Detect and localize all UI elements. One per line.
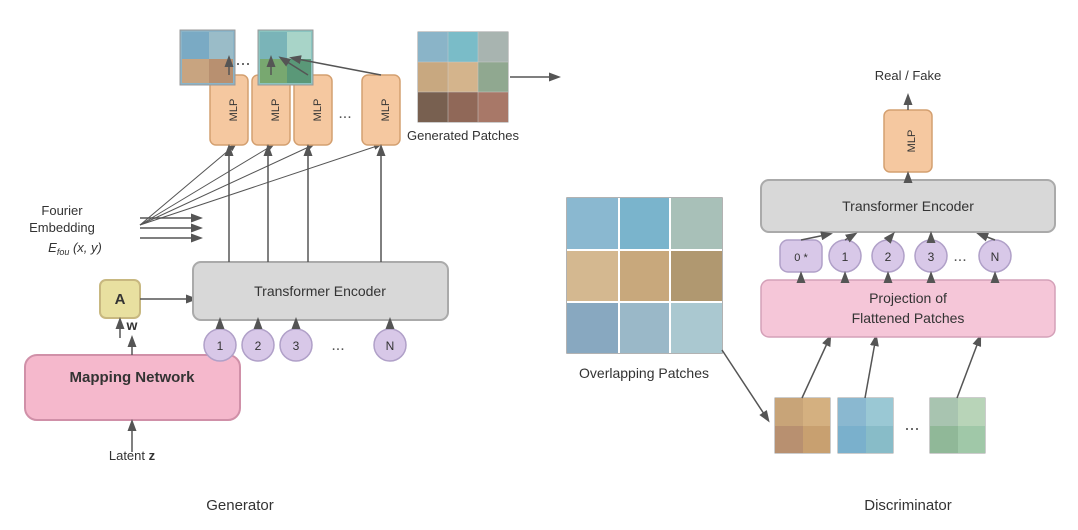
p-tl1 [182,32,209,59]
tn-to-transformer [979,234,995,240]
dp2-br [866,426,893,453]
overlapping-patches-label: Overlapping Patches [579,365,709,381]
mlp4-label: MLP [380,99,392,122]
disc-transformer-label: Transformer Encoder [842,198,974,214]
dp2-tl [838,398,866,426]
t0-to-transformer [801,234,830,240]
ov-c21 [619,302,670,353]
disc-ellipsis: ... [904,414,919,434]
disc-token-2-label: 2 [885,250,892,264]
dpl-bl [930,426,958,453]
mlp2-label: MLP [270,99,282,122]
dp1-br [803,426,830,453]
token-1-label: 1 [217,339,224,353]
cat-c02 [478,32,508,62]
a-label: A [115,291,126,308]
t2-to-transformer [888,234,893,240]
disc-mlp-label: MLP [906,130,918,153]
cat-c20 [418,92,448,122]
disc-token-0-label: 0 * [794,252,808,264]
dp2-up [865,337,876,398]
generator-section-label: Generator [206,497,274,514]
ov-c00 [567,198,619,250]
dp2-tr [866,398,893,426]
fourier-to-mlp1 [140,145,235,225]
ov-c01 [619,198,670,250]
projection-label2: Flattened Patches [852,310,965,326]
efou-label: Efou (x, y) [48,240,102,257]
fourier-to-mlp2 [140,145,273,225]
cat-c00 [418,32,448,62]
disc-token-1-label: 1 [842,250,849,264]
patches-ellipsis: ... [235,49,250,69]
mlp-ellipsis: ... [338,105,351,122]
ov-c02 [670,198,722,250]
p-l1 [260,32,287,59]
ov-c11 [619,250,670,302]
dpl-up [957,337,980,398]
ov-c22 [670,302,722,353]
projection-label1: Projection of [869,290,947,306]
fourier-to-mlp4 [140,145,380,225]
fourier-to-mlp3 [140,145,313,225]
gen-transformer-label: Transformer Encoder [254,283,386,299]
p-l3 [260,59,287,83]
cat-c21 [448,92,478,122]
token-2-label: 2 [255,339,262,353]
overlap-to-disc-arrow [722,350,768,420]
token-ellipsis: ... [331,337,344,354]
dpl-tl [930,398,958,426]
dpl-tr [958,398,985,426]
ov-c10 [567,250,619,302]
p-tl3 [182,59,209,83]
dp1-tl [775,398,803,426]
ov-c12 [670,250,722,302]
disc-token-ellipsis: ... [953,248,966,265]
dpl-br [958,426,985,453]
p-l2 [287,32,311,59]
disc-token-3-label: 3 [928,250,935,264]
w-label: w [126,317,138,333]
cat-c10 [418,62,448,92]
mlp3-label: MLP [312,99,324,122]
generated-patches-label: Generated Patches [407,128,520,143]
mapping-network-box [25,355,240,420]
discriminator-section-label: Discriminator [864,497,952,514]
token-3-label: 3 [293,339,300,353]
cat-c01 [448,32,478,62]
embedding-label: Embedding [29,220,95,235]
dp1-tr [803,398,830,426]
main-svg: Mapping Network Latent z w A Fourier Emb… [0,0,1078,530]
cat-c22 [478,92,508,122]
dp1-up [802,337,830,398]
mlp1-label: MLP [228,99,240,122]
cat-c11 [448,62,478,92]
disc-token-n-label: N [991,250,1000,264]
fourier-label: Fourier [41,203,83,218]
dp1-bl [775,426,803,453]
cat-c12 [478,62,508,92]
real-fake-label: Real / Fake [875,68,941,83]
dp2-bl [838,426,866,453]
p-l4 [287,59,311,83]
mapping-network-label: Mapping Network [69,369,195,386]
token-n-label: N [386,339,395,353]
p-tl2 [209,32,233,59]
ov-c20 [567,302,619,353]
diagram-container: Mapping Network Latent z w A Fourier Emb… [0,0,1078,530]
projection-box [761,280,1055,337]
t1-to-transformer [845,234,855,240]
